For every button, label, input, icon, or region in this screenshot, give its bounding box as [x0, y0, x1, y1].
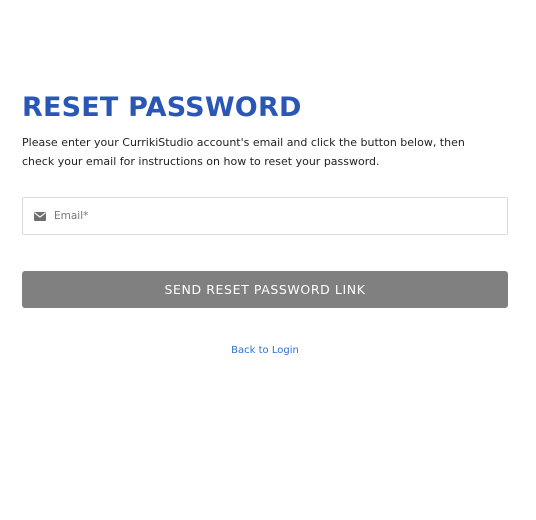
page-title: RESET PASSWORD: [22, 92, 302, 123]
envelope-icon: [34, 211, 46, 221]
instructions-text: Please enter your CurrikiStudio account'…: [22, 136, 465, 168]
reset-password-page: RESET PASSWORD Please enter your Curriki…: [0, 0, 536, 520]
back-to-login-link[interactable]: Back to Login: [0, 345, 530, 356]
send-reset-link-button[interactable]: SEND RESET PASSWORD LINK: [22, 271, 508, 308]
email-field[interactable]: [22, 197, 508, 235]
email-input[interactable]: [54, 206, 494, 226]
